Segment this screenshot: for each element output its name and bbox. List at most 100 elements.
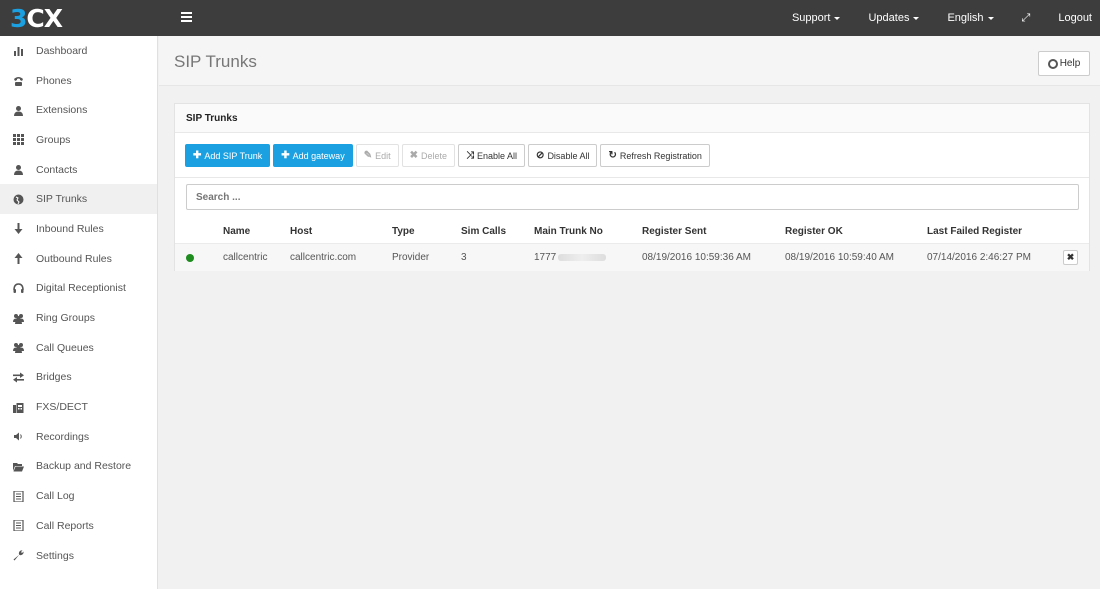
sidebar-item-dashboard[interactable]: Dashboard (0, 36, 157, 66)
logo-three: 3 (10, 3, 27, 33)
sim-calls-cell: 3 (461, 252, 467, 263)
column-header-host[interactable]: Host (290, 220, 312, 242)
lifebuoy-icon (1047, 58, 1058, 69)
sidebar-item-digital-receptionist[interactable]: Digital Receptionist (0, 274, 157, 304)
sidebar-item-inbound-rules[interactable]: Inbound Rules (0, 214, 157, 244)
column-header-main-trunk-no[interactable]: Main Trunk No (534, 220, 603, 242)
status-cell (186, 244, 194, 271)
add-gateway-button[interactable]: ✚ Add gateway (273, 144, 353, 167)
delete-button[interactable]: ✖ Delete (401, 144, 456, 167)
updates-menu[interactable]: Updates (868, 12, 920, 24)
shuffle-icon: ⤨ (466, 150, 475, 161)
sidebar-item-label: Phones (36, 74, 72, 87)
help-label: Help (1059, 58, 1081, 69)
sidebar-item-call-queues[interactable]: Call Queues (0, 333, 157, 363)
app-logo[interactable]: 3 CX (10, 3, 63, 33)
add-sip-trunk-label: Add SIP Trunk (204, 150, 263, 161)
sidebar: Dashboard Phones Extensions Groups Contacts S… (0, 36, 158, 589)
column-header-register-ok[interactable]: Register OK (785, 220, 843, 242)
sidebar-item-label: Outbound Rules (36, 252, 112, 265)
sidebar-item-phones[interactable]: Phones (0, 66, 157, 96)
page-title: SIP Trunks (174, 52, 257, 71)
toolbar: ✚ Add SIP Trunk ✚ Add gateway ✎ Edit ✖ Delet… (185, 144, 713, 168)
sidebar-item-contacts[interactable]: Contacts (0, 155, 157, 185)
help-button[interactable]: Help (1038, 51, 1090, 76)
sidebar-item-label: Recordings (36, 430, 90, 443)
column-header-sim-calls[interactable]: Sim Calls (461, 220, 506, 242)
chevron-down-icon (987, 17, 994, 20)
column-header-register-sent[interactable]: Register Sent (642, 220, 706, 242)
refresh-registration-label: Refresh Registration (619, 150, 702, 161)
column-header-last-failed-register[interactable]: Last Failed Register (927, 220, 1022, 242)
status-online-icon (186, 253, 194, 262)
disable-all-button[interactable]: ⊘ Disable All (528, 144, 598, 167)
users-icon (11, 312, 25, 324)
updates-label: Updates (868, 12, 910, 24)
sip-trunks-panel: SIP Trunks ✚ Add SIP Trunk ✚ Add gateway ✎… (174, 103, 1090, 271)
support-menu[interactable]: Support (792, 12, 841, 24)
logo-cx: CX (26, 3, 63, 33)
volume-icon (11, 431, 25, 443)
sidebar-item-label: FXS/DECT (36, 401, 88, 414)
column-header-name[interactable]: Name (223, 220, 250, 242)
search-input[interactable] (186, 184, 1079, 210)
sidebar-item-label: Call Queues (36, 341, 94, 354)
fax-icon (11, 401, 25, 413)
list-icon (11, 490, 25, 502)
enable-all-button[interactable]: ⤨ Enable All (458, 144, 526, 167)
menu-toggle-icon[interactable] (181, 12, 192, 22)
bar-chart-icon (11, 45, 25, 57)
edit-label: Edit (375, 150, 391, 161)
logout-link[interactable]: Logout (1058, 12, 1092, 24)
sidebar-item-fxs-dect[interactable]: FXS/DECT (0, 392, 157, 422)
column-header-type[interactable]: Type (392, 220, 415, 242)
sidebar-item-settings[interactable]: Settings (0, 541, 157, 571)
plus-icon: ✚ (193, 150, 202, 161)
sidebar-item-label: Bridges (36, 371, 72, 384)
table-header: Name Host Type Sim Calls Main Trunk No R… (175, 220, 1089, 242)
refresh-registration-button[interactable]: ↻ Refresh Registration (600, 144, 710, 167)
sidebar-item-groups[interactable]: Groups (0, 125, 157, 155)
table-row[interactable]: callcentric callcentric.com Provider 3 1… (175, 243, 1089, 271)
close-icon: ✖ (1066, 252, 1075, 262)
sidebar-item-ring-groups[interactable]: Ring Groups (0, 303, 157, 333)
sidebar-item-call-reports[interactable]: Call Reports (0, 511, 157, 541)
user-icon (11, 104, 25, 116)
sidebar-item-label: Contacts (36, 163, 78, 176)
fullscreen-icon[interactable]: ⤢ (1022, 12, 1031, 25)
transfer-icon (11, 371, 25, 383)
sidebar-item-bridges[interactable]: Bridges (0, 363, 157, 393)
globe-icon (11, 193, 25, 205)
top-bar: 3 CX Support Updates English ⤢ Logout (0, 0, 1100, 36)
row-delete-button[interactable]: ✖ (1063, 250, 1078, 265)
disable-all-label: Disable All (547, 150, 590, 161)
sidebar-item-extensions[interactable]: Extensions (0, 95, 157, 125)
sidebar-item-label: Extensions (36, 104, 88, 117)
sidebar-item-label: Ring Groups (36, 312, 95, 325)
sidebar-item-label: Inbound Rules (36, 222, 104, 235)
sidebar-item-sip-trunks[interactable]: SIP Trunks (0, 184, 157, 215)
language-menu[interactable]: English (947, 12, 994, 24)
user-icon (11, 164, 25, 176)
arrow-down-icon (11, 223, 25, 235)
chevron-down-icon (834, 17, 841, 20)
ban-icon: ⊘ (536, 150, 545, 161)
language-label: English (947, 12, 984, 24)
type-cell: Provider (392, 252, 430, 263)
redacted-number (558, 254, 607, 261)
host-cell: callcentric.com (290, 252, 357, 263)
sidebar-item-label: Dashboard (36, 44, 88, 57)
last-failed-register-cell: 07/14/2016 2:46:27 PM (927, 252, 1031, 263)
sidebar-item-label: Groups (36, 133, 71, 146)
sidebar-item-backup-and-restore[interactable]: Backup and Restore (0, 452, 157, 482)
sidebar-item-call-log[interactable]: Call Log (0, 481, 157, 511)
sidebar-item-outbound-rules[interactable]: Outbound Rules (0, 244, 157, 274)
sidebar-item-label: Call Reports (36, 519, 94, 532)
sidebar-item-label: Call Log (36, 490, 75, 503)
sidebar-item-label: Digital Receptionist (36, 282, 126, 295)
edit-button[interactable]: ✎ Edit (355, 144, 399, 167)
plus-icon: ✚ (281, 150, 290, 161)
main-trunk-no-cell: 1777 (534, 244, 607, 271)
add-sip-trunk-button[interactable]: ✚ Add SIP Trunk (185, 144, 271, 167)
sidebar-item-recordings[interactable]: Recordings (0, 422, 157, 452)
